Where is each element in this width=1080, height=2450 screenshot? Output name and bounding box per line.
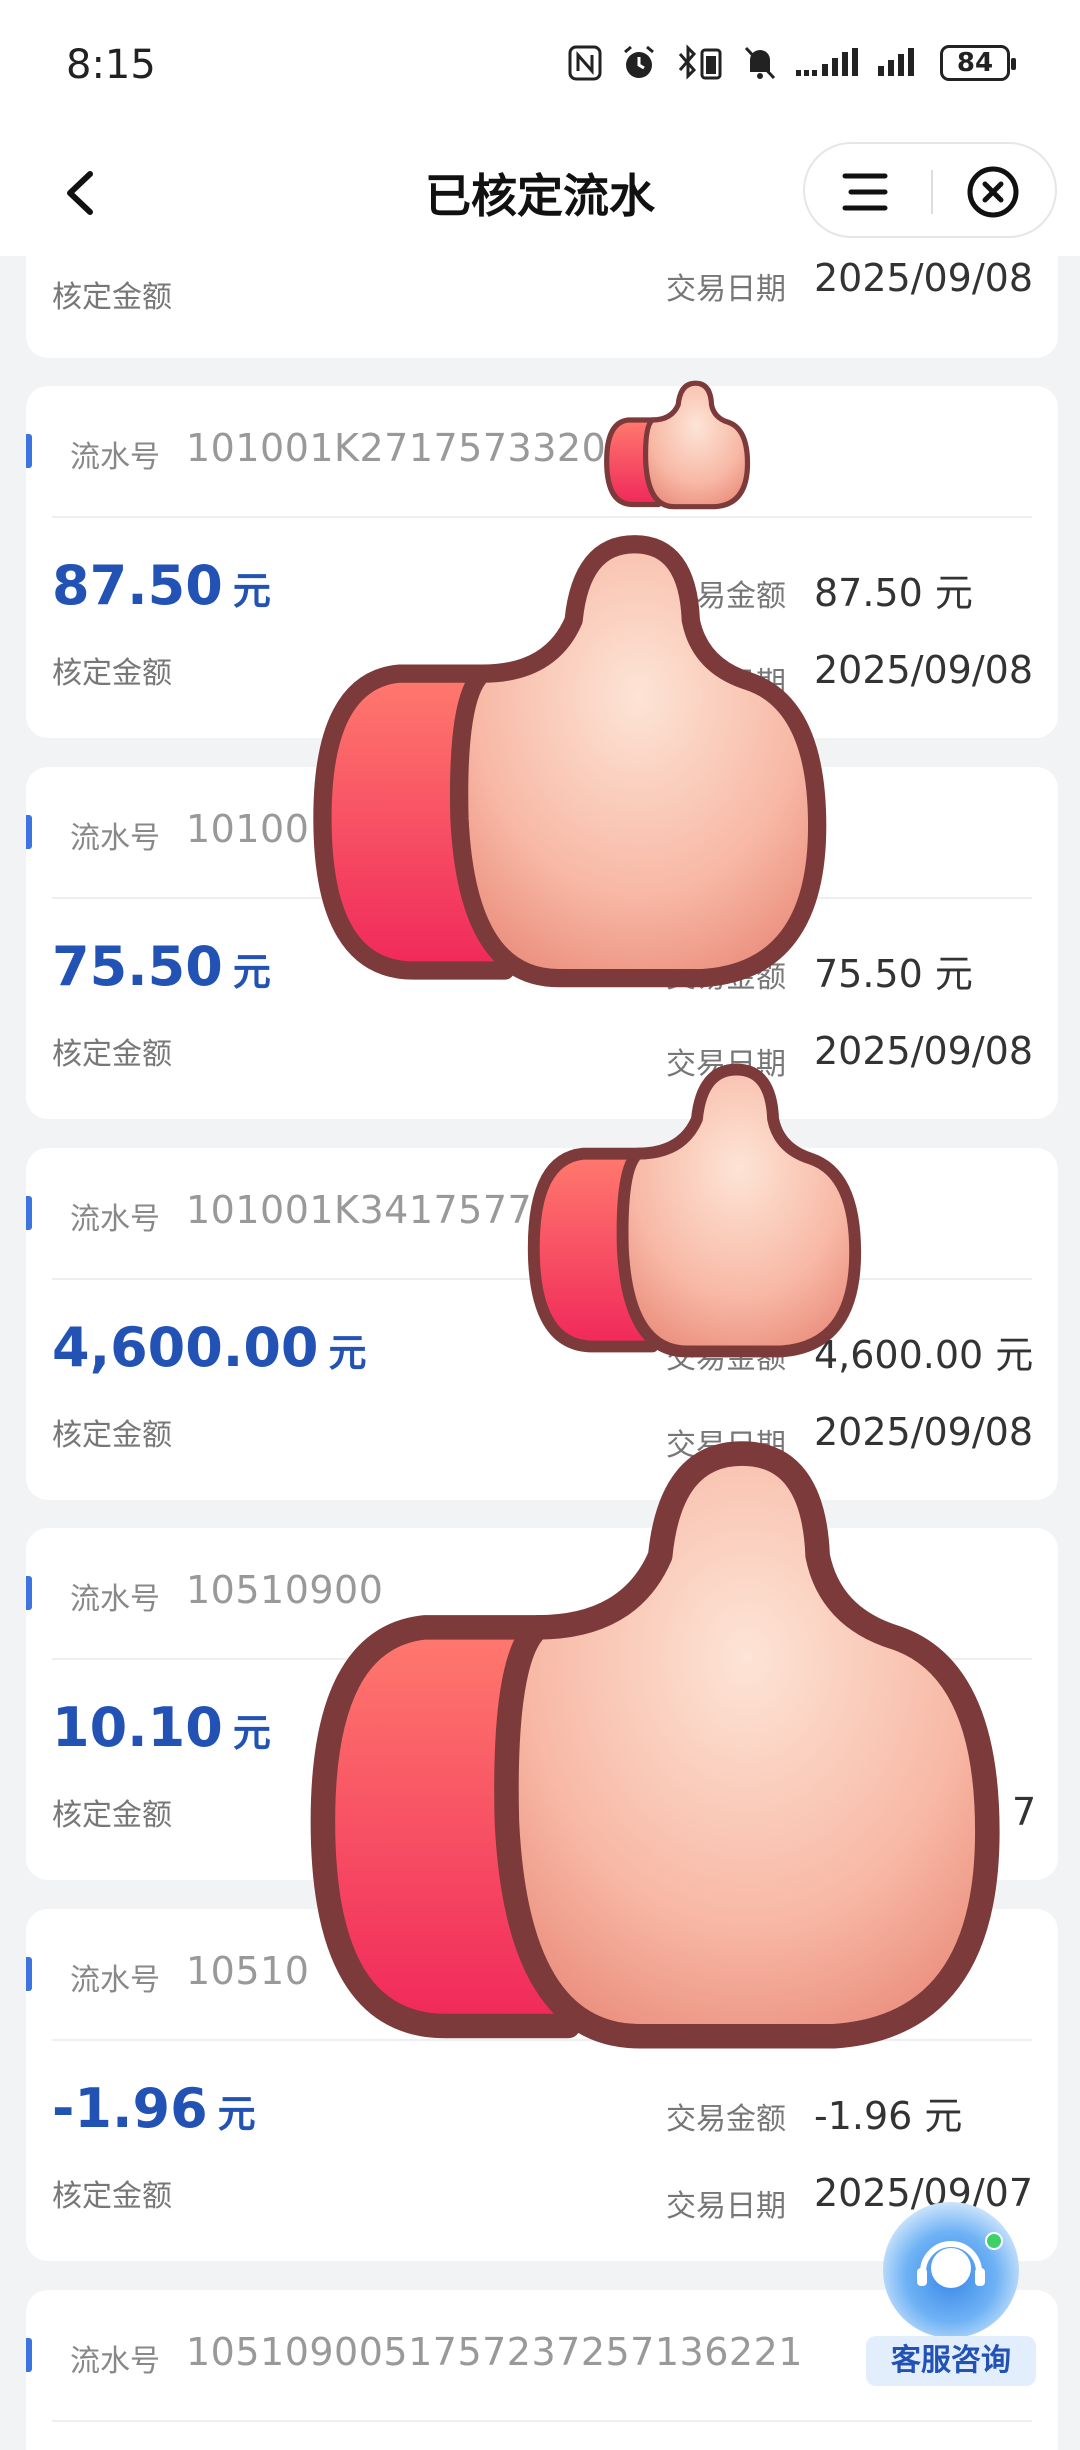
serial-value: 101001K34175773 [186,1188,557,1232]
serial-marker [26,1196,32,1230]
serial-label: 流水号 [70,2344,160,2379]
transaction-date-value: 2025/09/08 [814,256,1034,300]
card-divider [52,2420,1032,2422]
serial-value: 105109005175723725713622​1 [186,2330,803,2374]
transaction-amount-label: 交易金额 [666,2102,786,2137]
serial-marker [26,2338,32,2372]
approved-amount-label: 核定金额 [52,1037,172,1072]
currency-unit: 元 [232,1711,271,1755]
serial-value: 10100 [186,807,310,851]
record-card-partial[interactable]: 核定金额 交易日期 2025/09/08 [26,256,1058,358]
serial-marker [26,434,32,468]
transaction-date-value: 2025/09/08 [814,648,1034,692]
customer-service-button[interactable]: 客服咨询 [866,2202,1036,2392]
approved-amount-value: 10.10 [52,1696,223,1759]
approved-amount-label: 核定金额 [52,1418,172,1453]
close-button[interactable] [965,164,1021,220]
currency-unit: 元 [217,2092,256,2136]
mute-icon [744,46,776,80]
capsule-divider [931,170,933,214]
approved-amount-value: -1.96 [52,2077,208,2140]
signal-icon-1 [796,48,858,76]
mini-program-capsule [803,142,1057,238]
headset-avatar [883,2202,1019,2338]
approved-amount: -1.96 元 [52,2077,256,2140]
currency-unit: 元 [232,950,271,994]
approved-amount-label: 核定金额 [52,656,172,691]
status-time: 8:15 [66,42,156,88]
nfc-icon [568,45,602,81]
approved-amount: 87.50 元 [52,554,271,617]
serial-marker [26,1576,32,1610]
serial-marker [26,1957,32,1991]
approved-amount: 75.50 元 [52,935,271,998]
menu-button[interactable] [835,168,895,216]
serial-label: 流水号 [70,1963,160,1998]
transaction-amount-value: -1.96 元 [814,2094,963,2138]
thumbs-up-sticker [598,372,754,520]
status-icons: 84 [568,44,1016,82]
menu-icon [842,173,888,211]
online-dot [985,2232,1003,2250]
serial-value: 101001K271757332031 [186,426,656,470]
approved-amount-value: 87.50 [52,554,223,617]
serial-label: 流水号 [70,821,160,856]
approved-amount-value: 4,600.00 [52,1316,319,1379]
approved-amount-label: 核定金额 [52,280,172,315]
bluetooth-battery-icon [678,44,722,80]
serial-label: 流水号 [70,1202,160,1237]
nav-bar: 已核定流水 [0,130,1080,256]
currency-unit: 元 [232,569,271,613]
approved-amount-value: 75.50 [52,935,223,998]
headset-icon [917,2241,985,2288]
close-circle-icon [967,166,1019,218]
approved-amount-label: 核定金额 [52,1798,172,1833]
approved-amount-label: 核定金额 [52,2179,172,2214]
thumbs-up-sticker [514,1050,870,1376]
alarm-icon [624,45,654,78]
approved-amount: 4,600.00 元 [52,1316,366,1379]
serial-label: 流水号 [70,1582,160,1617]
serial-row: 流水号 101001K271757332031 [26,386,1058,516]
thumbs-up-sticker [292,520,840,1010]
approved-amount: 10.10 元 [52,1696,271,1759]
card-divider [52,516,1032,518]
signal-icon-2 [878,48,914,76]
transaction-date-label: 交易日期 [666,2189,786,2224]
serial-label: 流水号 [70,440,160,475]
currency-unit: 元 [328,1331,367,1375]
serial-marker [26,815,32,849]
status-bar: 8:15 84 [0,0,1080,130]
thumbs-up-sticker [282,1420,1018,2080]
transaction-date-label: 交易日期 [666,272,786,307]
customer-service-label: 客服咨询 [866,2336,1036,2386]
battery-indicator: 84 [940,45,1016,81]
